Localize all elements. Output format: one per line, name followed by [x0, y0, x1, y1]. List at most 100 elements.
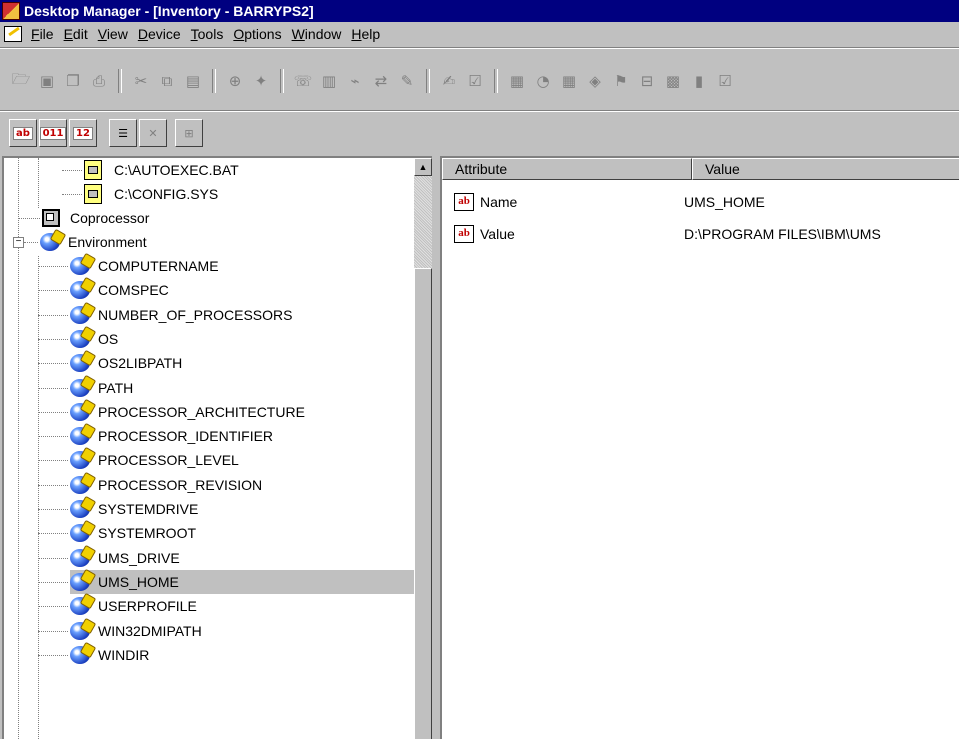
tree-item-label: COMSPEC	[98, 282, 169, 298]
numeric-view-button[interactable]: 12	[69, 119, 97, 147]
tree-item-autoexec[interactable]: C:\AUTOEXEC.BAT	[84, 158, 239, 182]
tree-item-label: PROCESSOR_LEVEL	[98, 452, 239, 468]
pane-splitter[interactable]	[432, 156, 440, 739]
tree-item-label: OS	[98, 331, 119, 347]
tree-item-env-var[interactable]: UMS_DRIVE	[70, 546, 180, 570]
divider	[0, 110, 959, 112]
divider	[0, 47, 959, 49]
cut-icon[interactable]: ✂	[130, 70, 152, 92]
paste-icon[interactable]: ▤	[182, 70, 204, 92]
tree-item-coprocessor[interactable]: Coprocessor	[42, 206, 149, 230]
tree-item-env-var[interactable]: PATH	[70, 376, 133, 400]
attribute-list[interactable]: Attribute Value ab Name UMS_HOME ab Valu…	[440, 156, 959, 739]
column-header-value[interactable]: Value	[692, 158, 959, 180]
open-icon[interactable]: 🗁	[10, 70, 32, 92]
tree-item-env-var[interactable]: OS2LIBPATH	[70, 351, 182, 375]
tree-pane[interactable]: C:\AUTOEXEC.BAT C:\CONFIG.SYS Coprocesso…	[2, 156, 432, 739]
menu-tools[interactable]: Tools	[188, 26, 231, 42]
globe-icon	[70, 257, 90, 275]
tree-item-label: USERPROFILE	[98, 598, 197, 614]
menu-window[interactable]: Window	[289, 26, 349, 42]
tree-scrollbar[interactable]: ▲	[414, 158, 432, 739]
ports-icon[interactable]: ◈	[584, 70, 606, 92]
menu-view[interactable]: View	[95, 26, 135, 42]
memory2-icon[interactable]: ▦	[558, 70, 580, 92]
tree-item-env-var[interactable]: PROCESSOR_ARCHITECTURE	[70, 400, 305, 424]
tree-item-env-var[interactable]: OS	[70, 327, 118, 351]
tree-item-env-var[interactable]: WIN32DMIPATH	[70, 619, 202, 643]
globe-icon	[70, 597, 90, 615]
string-view-button[interactable]: ab	[9, 119, 37, 147]
tree-item-env-var[interactable]: COMSPEC	[70, 278, 169, 302]
flag-icon[interactable]: ⚑	[610, 70, 632, 92]
view-toolbar: ab 011 12 ☰ ✕ ⊞	[0, 116, 959, 150]
copy-device-icon[interactable]: ❐	[62, 70, 84, 92]
tree-item-env-var[interactable]: SYSTEMDRIVE	[70, 497, 198, 521]
tree-item-label: COMPUTERNAME	[98, 258, 219, 274]
tree-connector	[38, 509, 68, 510]
cell-value: D:\PROGRAM FILES\IBM\UMS	[684, 226, 881, 242]
globe-icon	[70, 646, 90, 664]
copy-icon[interactable]: ⧉	[156, 70, 178, 92]
tree-item-env-var[interactable]: PROCESSOR_REVISION	[70, 473, 262, 497]
list-view-button[interactable]: ☰	[109, 119, 137, 147]
battery-icon[interactable]: ▮	[688, 70, 710, 92]
memory-icon[interactable]: ▦	[506, 70, 528, 92]
properties-icon[interactable]: ⊞	[175, 119, 203, 147]
tree-item-env-var[interactable]: COMPUTERNAME	[70, 254, 219, 278]
menu-file[interactable]: File	[28, 26, 61, 42]
menu-options[interactable]: Options	[230, 26, 288, 42]
print-icon[interactable]: ⎙	[88, 70, 110, 92]
column-header-attribute[interactable]: Attribute	[442, 158, 692, 180]
delete-icon[interactable]: ✕	[139, 119, 167, 147]
edit-icon[interactable]: ✎	[396, 70, 418, 92]
binary-view-button[interactable]: 011	[39, 119, 67, 147]
globe-icon	[70, 427, 90, 445]
globe-icon	[70, 451, 90, 469]
chat-icon[interactable]: ☏	[292, 70, 314, 92]
save-icon[interactable]: ▣	[36, 70, 58, 92]
mouse-icon[interactable]: ◔	[532, 70, 554, 92]
tree-item-label: PROCESSOR_REVISION	[98, 477, 263, 493]
tree-item-label: NUMBER_OF_PROCESSORS	[98, 307, 293, 323]
tree-item-environment[interactable]: Environment	[40, 230, 147, 254]
tree-item-env-var[interactable]: NUMBER_OF_PROCESSORS	[70, 303, 292, 327]
globe-icon	[70, 306, 90, 324]
wizard-icon[interactable]: ✦	[250, 70, 272, 92]
tree-connector	[38, 290, 68, 291]
link-icon[interactable]: ⌁	[344, 70, 366, 92]
scroll-thumb[interactable]	[414, 268, 432, 739]
tree-item-env-var[interactable]: PROCESSOR_LEVEL	[70, 448, 239, 472]
toolbar-separator	[118, 69, 122, 93]
tree-item-env-var[interactable]: PROCESSOR_IDENTIFIER	[70, 424, 273, 448]
collapse-toggle[interactable]: −	[13, 237, 24, 248]
tree-item-config[interactable]: C:\CONFIG.SYS	[84, 182, 218, 206]
toolbar-separator	[280, 69, 284, 93]
drive-icon[interactable]: ⊟	[636, 70, 658, 92]
tree-item-env-var[interactable]: USERPROFILE	[70, 594, 197, 618]
check-icon[interactable]: ☑	[714, 70, 736, 92]
network-icon[interactable]: ⊕	[224, 70, 246, 92]
notes-icon[interactable]: ✍	[438, 70, 460, 92]
globe-icon	[70, 330, 90, 348]
tree-connector	[18, 218, 40, 219]
document-icon[interactable]	[4, 26, 22, 42]
list-row-value[interactable]: ab Value D:\PROGRAM FILES\IBM\UMS	[454, 222, 881, 246]
transfer-icon[interactable]: ⇄	[370, 70, 392, 92]
tree-item-env-var[interactable]: SYSTEMROOT	[70, 521, 196, 545]
tree-connector	[38, 412, 68, 413]
file-icon	[84, 160, 102, 180]
menu-device[interactable]: Device	[135, 26, 188, 42]
monitor-icon[interactable]: ▥	[318, 70, 340, 92]
title-bar[interactable]: Desktop Manager - [Inventory - BARRYPS2]	[0, 0, 959, 22]
tree-item-env-var[interactable]: UMS_HOME	[70, 570, 416, 594]
scroll-up-button[interactable]: ▲	[414, 158, 432, 176]
globe-icon	[40, 233, 60, 251]
menu-edit[interactable]: Edit	[61, 26, 95, 42]
list-row-name[interactable]: ab Name UMS_HOME	[454, 190, 765, 214]
toolbar-separator	[426, 69, 430, 93]
tree-item-env-var[interactable]: WINDIR	[70, 643, 149, 667]
checklist-icon[interactable]: ☑	[464, 70, 486, 92]
calendar-icon[interactable]: ▩	[662, 70, 684, 92]
menu-help[interactable]: Help	[348, 26, 387, 42]
